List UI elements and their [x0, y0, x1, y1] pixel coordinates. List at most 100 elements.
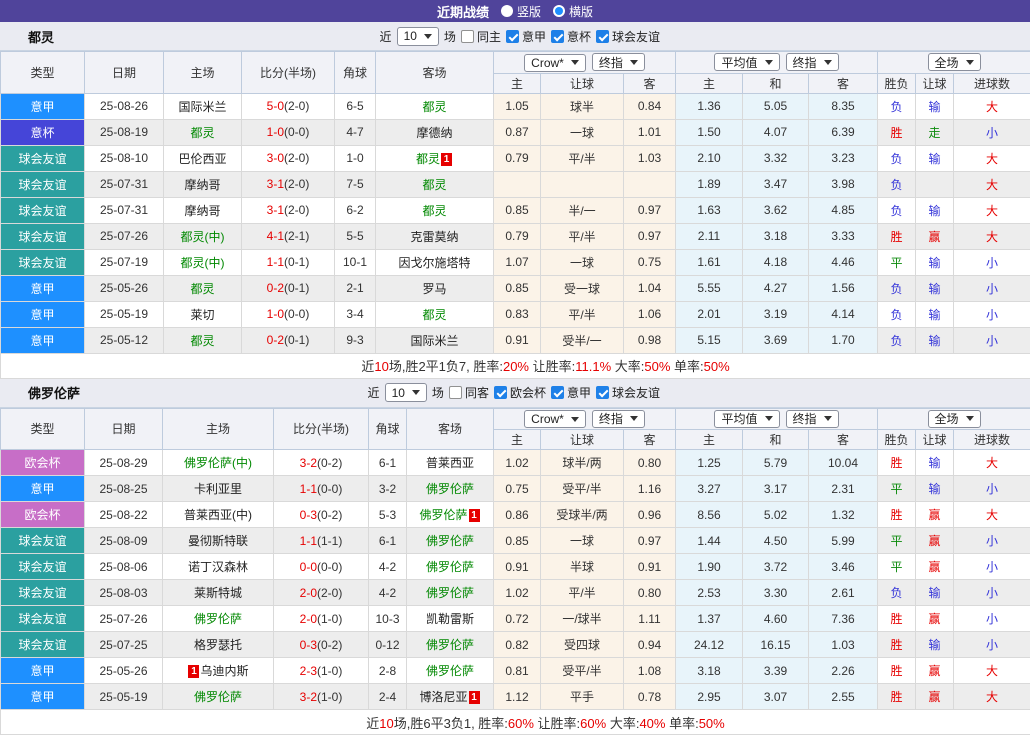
checkbox-checked-icon[interactable]	[596, 386, 609, 399]
away-team-cell: 罗马	[376, 275, 494, 301]
team-link[interactable]: 罗马	[422, 282, 446, 296]
team-link[interactable]: 佛罗伦萨	[194, 690, 242, 704]
same-venue-checkbox[interactable]: 同客	[449, 384, 489, 401]
match-row: 意甲25-08-25卡利亚里1-1(0-0)3-2佛罗伦萨0.75受平/半1.1…	[1, 476, 1030, 502]
team-link[interactable]: 凯勒雷斯	[426, 612, 474, 626]
team-link[interactable]: 乌迪内斯	[200, 664, 248, 678]
checkbox-checked-icon[interactable]	[551, 386, 564, 399]
team-link[interactable]: 莱斯特城	[194, 586, 242, 600]
home-team-cell: 摩纳哥	[164, 171, 242, 197]
team-link[interactable]: 博洛尼亚	[419, 690, 467, 704]
team-link[interactable]: 都灵	[190, 334, 214, 348]
team-link[interactable]: 都灵	[416, 152, 440, 166]
team-link[interactable]: 都灵(中)	[181, 256, 225, 270]
checkbox-icon[interactable]	[461, 30, 474, 43]
team-link[interactable]: 都灵	[422, 178, 446, 192]
odds-source-select[interactable]: 终指	[786, 53, 839, 71]
corner-cell: 1-0	[335, 145, 376, 171]
team-link[interactable]: 都灵(中)	[181, 230, 225, 244]
checkbox-checked-icon[interactable]	[494, 386, 507, 399]
team-link[interactable]: 克雷莫纳	[410, 230, 458, 244]
team-link[interactable]: 格罗瑟托	[194, 638, 242, 652]
team-link[interactable]: 都灵	[422, 100, 446, 114]
team-link[interactable]: 佛罗伦萨	[426, 482, 474, 496]
odds-source-select[interactable]: 全场	[928, 53, 981, 71]
odds-source-select[interactable]: 平均值	[714, 53, 779, 71]
league-filter-checkbox[interactable]: 球会友谊	[596, 28, 660, 45]
league-filter-checkbox[interactable]: 意甲	[506, 28, 546, 45]
average-odds-cell: 24.12	[676, 632, 743, 658]
match-count-select[interactable]: 10	[385, 383, 427, 402]
league-cell: 意甲	[1, 301, 85, 327]
team-link[interactable]: 佛罗伦萨	[426, 638, 474, 652]
handicap-odds-cell: 0.79	[494, 145, 541, 171]
league-filter-checkbox[interactable]: 意甲	[551, 384, 591, 401]
away-team-cell: 克雷莫纳	[376, 223, 494, 249]
odds-source-select[interactable]: 终指	[786, 410, 839, 428]
team-link[interactable]: 都灵	[422, 204, 446, 218]
odds-source-select[interactable]: 全场	[928, 410, 981, 428]
team-link[interactable]: 佛罗伦萨	[426, 560, 474, 574]
odds-source-select[interactable]: 终指	[592, 53, 645, 71]
radio-horizontal-layout[interactable]: 横版	[553, 3, 593, 20]
match-count-select[interactable]: 10	[397, 27, 439, 46]
average-odds-cell: 3.30	[743, 580, 809, 606]
fulltime-score: 0-3	[300, 508, 317, 522]
average-odds-cell: 2.01	[676, 301, 743, 327]
team-link[interactable]: 摩德纳	[416, 126, 452, 140]
team-link[interactable]: 佛罗伦萨	[426, 534, 474, 548]
sub-column-header: 客	[624, 73, 676, 93]
score-cell: 2-3(1-0)	[274, 658, 369, 684]
team-link[interactable]: 都灵	[422, 308, 446, 322]
score-cell: 1-0(0-0)	[242, 119, 335, 145]
team-link[interactable]: 因戈尔施塔特	[398, 256, 470, 270]
checkbox-checked-icon[interactable]	[506, 30, 519, 43]
handicap-odds-cell: 0.97	[624, 197, 676, 223]
halftime-score: (0-1)	[284, 333, 309, 347]
team-link[interactable]: 都灵	[190, 126, 214, 140]
league-filter-checkbox[interactable]: 欧会杯	[494, 384, 546, 401]
team-link[interactable]: 佛罗伦萨(中)	[184, 456, 252, 470]
result-cell: 平	[878, 528, 916, 554]
corner-cell: 3-4	[335, 301, 376, 327]
result-cell: 小	[954, 301, 1030, 327]
league-filter-checkbox[interactable]: 球会友谊	[596, 384, 660, 401]
team-link[interactable]: 佛罗伦萨	[194, 612, 242, 626]
team-link[interactable]: 佛罗伦萨	[426, 586, 474, 600]
team-link[interactable]: 卡利亚里	[194, 482, 242, 496]
home-team-cell: 都灵	[164, 275, 242, 301]
league-filter-checkbox[interactable]: 意杯	[551, 28, 591, 45]
checkbox-icon[interactable]	[449, 386, 462, 399]
team-link[interactable]: 国际米兰	[178, 100, 226, 114]
team-link[interactable]: 普莱西亚(中)	[184, 508, 252, 522]
team-link[interactable]: 普莱西亚	[426, 456, 474, 470]
result-cell: 输	[916, 275, 954, 301]
team-link[interactable]: 国际米兰	[410, 334, 458, 348]
checkbox-checked-icon[interactable]	[551, 30, 564, 43]
team-link[interactable]: 佛罗伦萨	[419, 508, 467, 522]
corner-cell: 5-3	[369, 502, 407, 528]
team-link[interactable]: 巴伦西亚	[178, 152, 226, 166]
average-odds-cell: 4.85	[809, 197, 878, 223]
radio-vertical-layout[interactable]: 竖版	[501, 3, 541, 20]
radio-icon[interactable]	[553, 5, 565, 17]
odds-source-select[interactable]: Crow*	[524, 54, 586, 72]
radio-icon[interactable]	[501, 5, 513, 17]
team-link[interactable]: 都灵	[190, 282, 214, 296]
table-foot: 近10场,胜2平1负7, 胜率:20% 让胜率:11.1% 大率:50% 单率:…	[1, 353, 1030, 378]
away-team-cell: 佛罗伦萨	[407, 528, 494, 554]
same-venue-checkbox[interactable]: 同主	[461, 28, 501, 45]
team-link[interactable]: 摩纳哥	[184, 178, 220, 192]
summary-segment: 近	[361, 359, 374, 374]
sub-column-header: 主	[676, 73, 743, 93]
checkbox-label: 意甲	[522, 28, 546, 45]
odds-source-select[interactable]: 终指	[592, 410, 645, 428]
team-link[interactable]: 诺丁汉森林	[188, 560, 248, 574]
checkbox-checked-icon[interactable]	[596, 30, 609, 43]
team-link[interactable]: 摩纳哥	[184, 204, 220, 218]
odds-source-select[interactable]: Crow*	[524, 410, 586, 428]
odds-source-select[interactable]: 平均值	[714, 410, 779, 428]
team-link[interactable]: 佛罗伦萨	[426, 664, 474, 678]
team-link[interactable]: 曼彻斯特联	[188, 534, 248, 548]
team-link[interactable]: 莱切	[190, 308, 214, 322]
